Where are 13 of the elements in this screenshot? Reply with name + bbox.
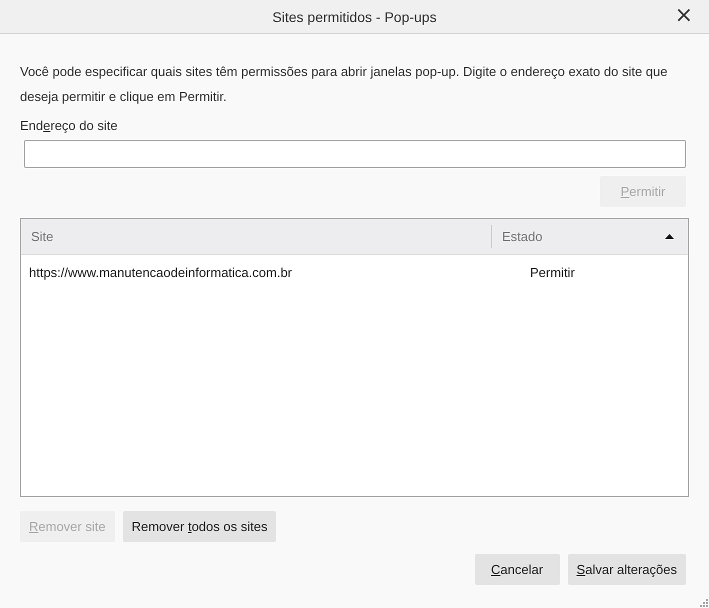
column-header[interactable]: Estado [492, 219, 688, 254]
description-text: Você pode especificar quais sites têm permissões para abrir janelas pop-up. Digite o endereço exato do site que deseja permitir e clique em Permitir. [20, 63, 668, 106]
cancel-button[interactable]: Cancelar [474, 554, 560, 585]
field-label: Endereço do site [20, 118, 119, 133]
window-title: Sites permitidos - Pop-ups [272, 8, 437, 24]
remove-button[interactable]: Remover todos os sites [122, 511, 276, 542]
save-button[interactable]: Salvar alterações [568, 554, 686, 585]
column-header[interactable]: Site [21, 225, 492, 248]
address-field[interactable] [24, 140, 686, 168]
site-cell-text: https://www.manutencaodeinformatica.com.br [28, 265, 294, 280]
close-button[interactable]: × [670, 4, 697, 28]
status-cell-text: Permitir [529, 265, 576, 280]
resize-grip-icon[interactable] [700, 599, 708, 607]
